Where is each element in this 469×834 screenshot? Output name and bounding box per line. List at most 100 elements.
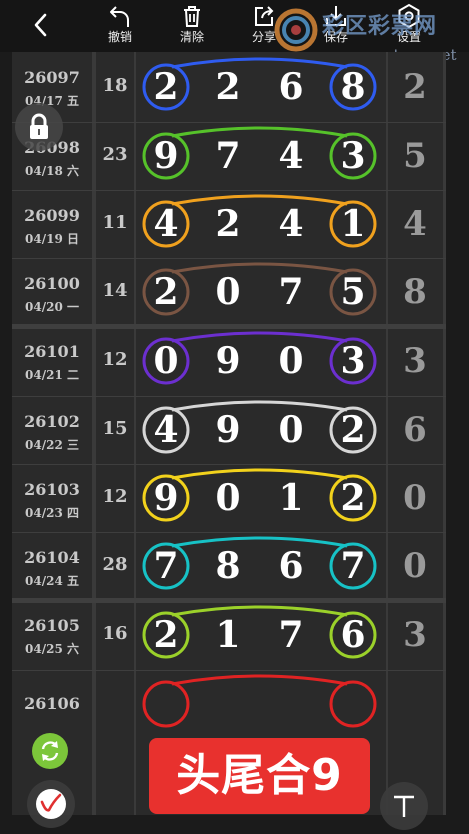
draw-row: 26103 04/23 四 12 9 0 1 2 0 bbox=[12, 464, 446, 532]
pen-button[interactable] bbox=[27, 780, 75, 828]
tail-value: 4 bbox=[403, 204, 427, 244]
issue-date: 04/21 二 bbox=[25, 368, 79, 382]
draw-digit: 2 bbox=[153, 271, 179, 313]
draw-row: 26105 04/25 六 16 2 1 7 6 3 bbox=[12, 600, 446, 670]
issue-number: 26099 bbox=[24, 206, 80, 225]
issue-number: 26097 bbox=[24, 68, 80, 87]
draw-digit: 7 bbox=[215, 135, 241, 177]
digit-sum: 28 bbox=[102, 554, 128, 575]
top-toolbar: 撤销 清除 分享 保存 设置 彩区彩票网 bbox=[0, 0, 469, 64]
issue-number: 26106 bbox=[24, 694, 80, 713]
draw-digit: 1 bbox=[340, 203, 366, 245]
digit-sum: 12 bbox=[102, 349, 128, 370]
lock-button[interactable] bbox=[15, 103, 63, 151]
issue-date: 04/22 三 bbox=[25, 438, 79, 452]
issue-date: 04/19 日 bbox=[25, 232, 79, 246]
issue-number: 26105 bbox=[24, 616, 80, 635]
draw-digit: 5 bbox=[340, 271, 366, 313]
draw-row: 26102 04/22 三 15 4 9 0 2 6 bbox=[12, 396, 446, 464]
text-tool-button[interactable] bbox=[380, 782, 428, 830]
issue-number: 26104 bbox=[24, 548, 80, 567]
digit-sum: 11 bbox=[102, 212, 128, 233]
issue-number: 26100 bbox=[24, 274, 80, 293]
text-tool-icon bbox=[394, 795, 414, 817]
draw-digit: 4 bbox=[278, 203, 304, 245]
tail-value: 6 bbox=[403, 410, 427, 450]
hint-banner: 头尾合9 bbox=[149, 738, 370, 814]
draw-digit: 3 bbox=[340, 135, 366, 177]
draw-digit: 4 bbox=[278, 135, 304, 177]
draw-digit: 6 bbox=[278, 66, 304, 108]
issue-number: 26102 bbox=[24, 412, 80, 431]
issue-number: 26103 bbox=[24, 480, 80, 499]
draw-row: 26100 04/20 一 14 2 0 7 5 8 bbox=[12, 258, 446, 326]
draw-digit: 7 bbox=[278, 271, 304, 313]
draw-digit: 6 bbox=[340, 614, 366, 656]
draw-row: 26101 04/21 二 12 0 9 0 3 3 bbox=[12, 326, 446, 396]
pen-icon bbox=[36, 789, 66, 819]
draw-digit: 2 bbox=[340, 409, 366, 451]
chevron-left-icon bbox=[34, 13, 47, 37]
draw-digit: 9 bbox=[153, 135, 179, 177]
trash-icon bbox=[184, 6, 200, 27]
undo-icon bbox=[110, 6, 129, 27]
draw-row: 26097 04/17 五 18 2 2 6 8 2 bbox=[12, 52, 446, 122]
draw-digit: 9 bbox=[153, 477, 179, 519]
draw-digit: 7 bbox=[340, 545, 366, 587]
draw-digit: 6 bbox=[278, 545, 304, 587]
draw-digit: 0 bbox=[215, 271, 241, 313]
watermark-title: 彩区彩票网 bbox=[322, 14, 438, 39]
watermark: 彩区彩票网 www.tqcp.net bbox=[272, 6, 469, 64]
draw-digit: 2 bbox=[215, 203, 241, 245]
issue-date: 04/18 六 bbox=[25, 164, 79, 178]
draw-digit: 1 bbox=[215, 614, 241, 656]
issue-number: 26101 bbox=[24, 342, 80, 361]
draw-digit: 8 bbox=[340, 66, 366, 108]
draw-digit: 0 bbox=[215, 477, 241, 519]
draw-digit: 9 bbox=[215, 409, 241, 451]
tail-value: 3 bbox=[403, 615, 427, 655]
draw-digit: 2 bbox=[153, 66, 179, 108]
draw-row: 26098 04/18 六 23 9 7 4 3 5 bbox=[12, 122, 446, 190]
issue-date: 04/25 六 bbox=[25, 642, 79, 656]
issue-date: 04/20 一 bbox=[25, 300, 79, 314]
digit-sum: 15 bbox=[102, 418, 128, 439]
digit-sum: 14 bbox=[102, 280, 128, 301]
clear-label: 清除 bbox=[179, 30, 204, 44]
draw-digit: 2 bbox=[215, 66, 241, 108]
clear-button[interactable]: 清除 bbox=[162, 2, 222, 50]
lottery-grid[interactable]: 26097 04/17 五 18 2 2 6 8 2 26098 04/18 六 23 9 7 4 3 5 26… bbox=[12, 52, 446, 815]
digit-sum: 23 bbox=[102, 144, 128, 165]
draw-digit: 3 bbox=[340, 340, 366, 382]
refresh-icon bbox=[41, 741, 59, 761]
draw-digit: 0 bbox=[153, 340, 179, 382]
draw-digit: 2 bbox=[340, 477, 366, 519]
digit-sum: 18 bbox=[102, 75, 128, 96]
draw-digit: 4 bbox=[153, 409, 179, 451]
watermark-logo-icon bbox=[274, 8, 318, 52]
tail-value: 3 bbox=[403, 341, 427, 381]
tail-value: 0 bbox=[403, 478, 427, 518]
tail-value: 2 bbox=[403, 67, 427, 107]
issue-date: 04/24 五 bbox=[25, 574, 79, 588]
lock-icon bbox=[30, 113, 48, 139]
draw-row: 26099 04/19 日 11 4 2 4 1 4 bbox=[12, 190, 446, 258]
undo-button[interactable]: 撤销 bbox=[90, 2, 150, 50]
tail-value: 5 bbox=[403, 136, 427, 176]
draw-digit: 1 bbox=[278, 477, 304, 519]
back-button[interactable] bbox=[28, 10, 54, 40]
draw-digit: 9 bbox=[215, 340, 241, 382]
draw-digit: 2 bbox=[153, 614, 179, 656]
digit-sum: 16 bbox=[102, 623, 128, 644]
draw-row: 26104 04/24 五 28 7 8 6 7 0 bbox=[12, 532, 446, 600]
draw-row: 26106 bbox=[12, 670, 446, 738]
draw-digit: 7 bbox=[278, 614, 304, 656]
undo-label: 撤销 bbox=[107, 30, 132, 44]
draw-digit: 4 bbox=[153, 203, 179, 245]
draw-digit: 8 bbox=[215, 545, 241, 587]
tail-value: 0 bbox=[403, 546, 427, 586]
issue-date: 04/23 四 bbox=[25, 506, 79, 520]
digit-sum: 12 bbox=[102, 486, 128, 507]
draw-digit: 0 bbox=[278, 340, 304, 382]
refresh-button[interactable] bbox=[32, 733, 68, 769]
